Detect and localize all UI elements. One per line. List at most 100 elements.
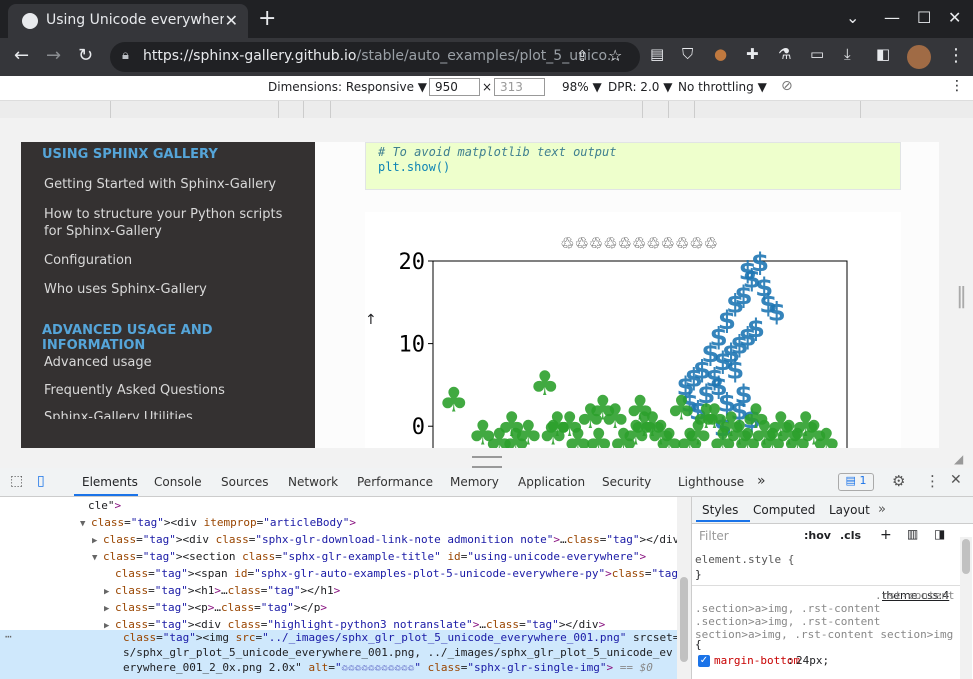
selected-node-text[interactable]: s/sphx_glr_plot_5_unicode_everywhere_001…	[123, 645, 673, 660]
expand-arrow-icon[interactable]: ▶	[104, 618, 115, 635]
devtools-tab-console[interactable]: Console	[154, 475, 202, 489]
dom-node-line[interactable]: ▶ class="tag"><p>…class="tag"></p>	[104, 599, 327, 616]
chevron-down-icon[interactable]: ⌄	[846, 8, 859, 27]
extension-shield-icon[interactable]: ⛉	[682, 45, 693, 63]
inspect-element-icon[interactable]: ⬚	[10, 473, 23, 489]
labs-flask-icon[interactable]: ⚗	[778, 45, 791, 63]
extensions-puzzle-icon[interactable]: ✚	[746, 45, 759, 63]
club-point: ♣	[790, 405, 820, 445]
code-line: plt.show()	[378, 160, 451, 174]
extension-ball-icon[interactable]: ●	[714, 45, 727, 63]
styles-scrollbar[interactable]	[960, 537, 972, 679]
forward-icon[interactable]: →	[46, 45, 61, 66]
back-icon[interactable]: ←	[14, 45, 29, 66]
new-rule-icon[interactable]: +	[880, 527, 892, 543]
property-value[interactable]: 24px;	[796, 654, 829, 667]
club-point: ♣	[438, 380, 468, 420]
address-bar[interactable]: 🔒︎ https://sphinx-gallery.github.io/stab…	[110, 42, 640, 72]
tab-close-icon[interactable]: ✕	[225, 11, 238, 30]
sidebar-item-structure-scripts[interactable]: How to structure your Python scripts for…	[44, 206, 294, 240]
dom-node-line[interactable]: class="tag"><span id="sphx-glr-auto-exam…	[104, 565, 738, 582]
devtools-tab-memory[interactable]: Memory	[450, 475, 499, 489]
computed-styles-icon[interactable]: ▥	[907, 527, 918, 541]
devtools-tab-elements[interactable]: Elements	[74, 475, 138, 496]
styles-filter-input[interactable]: Filter	[699, 529, 729, 543]
toggle-sidebar-icon[interactable]: ◨	[934, 527, 945, 541]
club-point: ♣	[554, 405, 584, 445]
dpr-select[interactable]: DPR: 2.0 ▼	[608, 80, 672, 94]
window-close-icon[interactable]: ✕	[948, 8, 961, 27]
dimensions-select[interactable]: Dimensions: Responsive ▼	[268, 80, 427, 94]
viewport-resize-handle[interactable]: ‖	[956, 284, 967, 309]
viewport-corner-handle[interactable]: ◢	[954, 452, 963, 466]
globe-icon	[22, 13, 38, 29]
devtools-tab-application[interactable]: Application	[518, 475, 585, 489]
sidebar-item-getting-started[interactable]: Getting Started with Sphinx-Gallery	[44, 176, 294, 193]
rule-selector: .rst-content .section>a>img, .rst-conten…	[695, 589, 955, 641]
hov-toggle[interactable]: :hov	[804, 529, 831, 542]
styles-tab-computed[interactable]: Computed	[753, 503, 815, 517]
download-icon[interactable]: ⤓	[844, 45, 851, 63]
throttling-select[interactable]: No throttling ▼	[678, 80, 767, 94]
profile-avatar[interactable]	[907, 45, 931, 69]
styles-tab-layout[interactable]: Layout	[829, 503, 870, 517]
reload-icon[interactable]: ↻	[78, 45, 93, 66]
device-toolbar-toggle-icon[interactable]: ▯	[37, 473, 45, 489]
dom-node-line[interactable]: cle">	[77, 497, 121, 514]
url-text: https://sphinx-gallery.github.io/stable/…	[143, 48, 621, 64]
devtools-resize-handle[interactable]	[472, 456, 502, 468]
rotate-icon[interactable]: ⊘	[781, 78, 793, 94]
settings-gear-icon[interactable]: ⚙	[892, 472, 905, 490]
menu-kebab-icon[interactable]: ⋮	[947, 45, 965, 66]
dom-node-line[interactable]: ▼ class="tag"><div itemprop="articleBody"…	[80, 514, 356, 531]
more-sidebar-tabs-icon[interactable]: »	[878, 502, 886, 517]
side-panel-icon[interactable]: ◧	[876, 45, 890, 63]
cast-icon[interactable]: ▭	[810, 45, 824, 63]
zoom-select[interactable]: 98% ▼	[562, 80, 602, 94]
main-content: # To avoid matplotlib text output plt.sh…	[315, 142, 939, 452]
elements-panel: ⋯ cle"> ▼ class="tag"><div itemprop="artic…	[0, 497, 746, 679]
bookmark-star-icon[interactable]: ☆	[608, 46, 622, 65]
new-tab-button[interactable]: +	[258, 6, 276, 31]
more-tabs-icon[interactable]: »	[757, 473, 766, 489]
dom-node-line[interactable]: ▼ class="tag"><section class="sphx-glr-ex…	[92, 548, 646, 565]
plot-image: ♲♲♲♲♲♲♲♲♲♲♲ 20 10 0 $ $ $ $ $ $ $ $ $ $ $ $ $ $ $ $ $ $ $ $ $ $…	[365, 212, 901, 452]
devtools-tab-performance[interactable]: Performance	[357, 475, 433, 489]
sidebar-item-who-uses[interactable]: Who uses Sphinx-Gallery	[44, 281, 294, 298]
devtools-tab-sources[interactable]: Sources	[221, 475, 268, 489]
node-ellipsis-icon[interactable]: ⋯	[5, 630, 12, 643]
sidebar-item-faq[interactable]: Frequently Asked Questions	[44, 382, 294, 399]
sidebar-item-advanced-usage[interactable]: Advanced usage	[44, 354, 294, 371]
cls-toggle[interactable]: .cls	[840, 529, 861, 542]
device-menu-icon[interactable]: ⋮	[950, 78, 964, 94]
devtools-tab-network[interactable]: Network	[288, 475, 338, 489]
property-checkbox[interactable]: ✓	[698, 655, 710, 667]
selected-node-text[interactable]: class="tag"><img src="../_images/sphx_gl…	[123, 630, 746, 645]
selected-node-text[interactable]: erywhere_001_2_0x.png 2.0x" alt="♲♲♲♲♲♲♲…	[123, 660, 653, 675]
devtools-tab-lighthouse[interactable]: Lighthouse	[678, 475, 744, 489]
club-point: ♣	[501, 422, 531, 448]
devtools-tab-security[interactable]: Security	[602, 475, 651, 489]
width-input[interactable]: 950	[429, 78, 480, 96]
expand-arrow-icon[interactable]: ▼	[92, 550, 103, 567]
sidebar-item-utilities[interactable]: Sphinx-Gallery Utilities	[44, 409, 294, 419]
dollar-point: $	[755, 273, 773, 303]
browser-tab[interactable]: Using Unicode everywhere ✕	[8, 4, 248, 38]
minimize-icon[interactable]: —	[884, 8, 900, 27]
styles-pane: Styles Computed Layout » Filter :hov .cls …	[691, 497, 973, 679]
devtools-tab-bar: ⬚ ▯ Elements Console Sources Network Perform…	[0, 468, 973, 497]
maximize-icon[interactable]: ☐	[917, 8, 931, 27]
reader-icon[interactable]: ▤	[650, 45, 664, 63]
dom-node-line[interactable]: ▶ class="tag"><h1>…class="tag"></h1>	[104, 582, 340, 599]
sidebar-caption-using: USING SPHINX GALLERY	[42, 147, 218, 162]
sidebar-item-configuration[interactable]: Configuration	[44, 252, 294, 269]
styles-tab-styles[interactable]: Styles	[696, 503, 750, 522]
share-icon[interactable]: ⇪	[576, 47, 589, 65]
dom-node-line[interactable]: ▶ class="tag"><div class="sphx-glr-downlo…	[92, 531, 686, 548]
elements-scrollbar[interactable]	[677, 497, 691, 679]
issues-badge[interactable]: ▤ 1	[838, 473, 874, 491]
expand-arrow-icon[interactable]: ▼	[80, 516, 91, 533]
devtools-close-icon[interactable]: ✕	[950, 472, 962, 488]
height-input[interactable]: 313	[494, 78, 545, 96]
devtools-menu-icon[interactable]: ⋮	[925, 472, 940, 490]
